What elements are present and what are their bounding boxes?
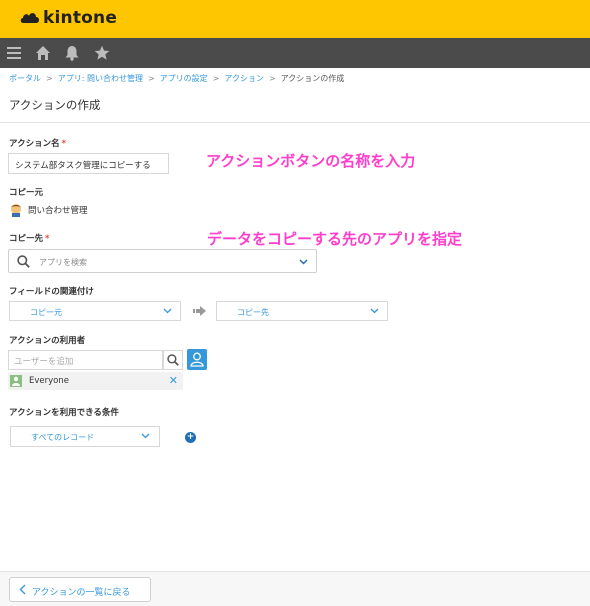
copy-source-app-name: 問い合わせ管理 [28,206,88,216]
breadcrumb-separator: > [147,74,155,83]
annotation-action-name: アクションボタンの名称を入力 [206,152,416,170]
users-entry-everyone: Everyone ✕ [8,372,183,390]
divider [0,122,590,123]
back-to-actions-label: アクションの一覧に戻る [32,588,131,598]
conditions-label: アクションを利用できる条件 [9,408,119,418]
copy-source-app: 問い合わせ管理 [9,203,88,217]
breadcrumb-portal[interactable]: ポータル [9,74,41,83]
mapping-target-select[interactable]: コピー先 [216,301,388,321]
users-search-button[interactable] [163,350,183,370]
arrow-right-icon [193,306,206,316]
breadcrumb-separator: > [212,74,220,83]
action-name-label: アクション名 * [9,137,66,149]
chevron-down-icon [299,259,308,265]
mapping-target-value: コピー先 [237,308,269,317]
home-icon[interactable] [35,45,51,61]
breadcrumb: ポータル > アプリ: 問い合わせ管理 > アプリの設定 > アクション > アクションの作成 [9,73,344,84]
search-icon [17,255,30,268]
action-name-input[interactable]: システム部タスク管理にコピーする [8,153,169,174]
app-search-placeholder: アプリを検索 [39,258,87,267]
conditions-select[interactable]: すべてのレコード [10,426,160,447]
breadcrumb-actions[interactable]: アクション [224,74,264,83]
field-mapping-label: フィールドの関連付け [9,287,94,297]
group-icon [10,375,22,387]
remove-user-icon[interactable]: ✕ [169,374,178,387]
mapping-source-select[interactable]: コピー元 [9,301,181,321]
bell-icon[interactable] [64,45,80,61]
logo-text: kintone [43,8,118,28]
user-icon [190,352,204,367]
breadcrumb-separator: > [46,74,53,83]
copy-source-label: コピー元 [9,188,44,198]
copy-target-label: コピー先 * [9,232,49,244]
cloud-logo-icon [20,13,39,23]
mapping-source-value: コピー元 [30,308,62,317]
star-icon[interactable] [94,45,110,61]
menu-icon[interactable] [6,45,22,61]
conditions-value: すべてのレコード [31,433,95,442]
action-name-label-text: アクション名 [9,139,60,149]
page-title: アクションの作成 [9,98,101,112]
breadcrumb-separator: > [268,74,276,83]
back-to-actions-button[interactable]: アクションの一覧に戻る [9,577,151,602]
chevron-down-icon [370,308,379,314]
breadcrumb-current: アクションの作成 [280,74,345,83]
users-entry-name: Everyone [29,376,69,386]
action-users-label: アクションの利用者 [9,336,86,346]
app-search-combobox[interactable]: アプリを検索 [8,249,317,273]
copy-target-label-text: コピー先 [9,234,44,244]
annotation-copy-target: データをコピーする先のアプリを指定 [207,230,463,248]
app-header: kintone [0,0,590,38]
kintone-logo[interactable]: kintone [20,8,117,28]
add-condition-icon[interactable]: + [185,432,196,443]
chevron-left-icon [19,584,26,595]
app-avatar-icon [11,204,21,217]
users-picker-button[interactable] [187,349,207,370]
required-mark: * [45,234,50,244]
breadcrumb-app[interactable]: アプリ: 問い合わせ管理 [58,74,143,83]
global-nav [0,38,590,68]
chevron-down-icon [163,308,172,314]
users-add-input[interactable]: ユーザーを追加 [8,350,163,370]
required-mark: * [61,139,67,149]
breadcrumb-app-settings[interactable]: アプリの設定 [160,74,208,83]
chevron-down-icon [141,433,150,439]
search-icon [167,354,179,366]
